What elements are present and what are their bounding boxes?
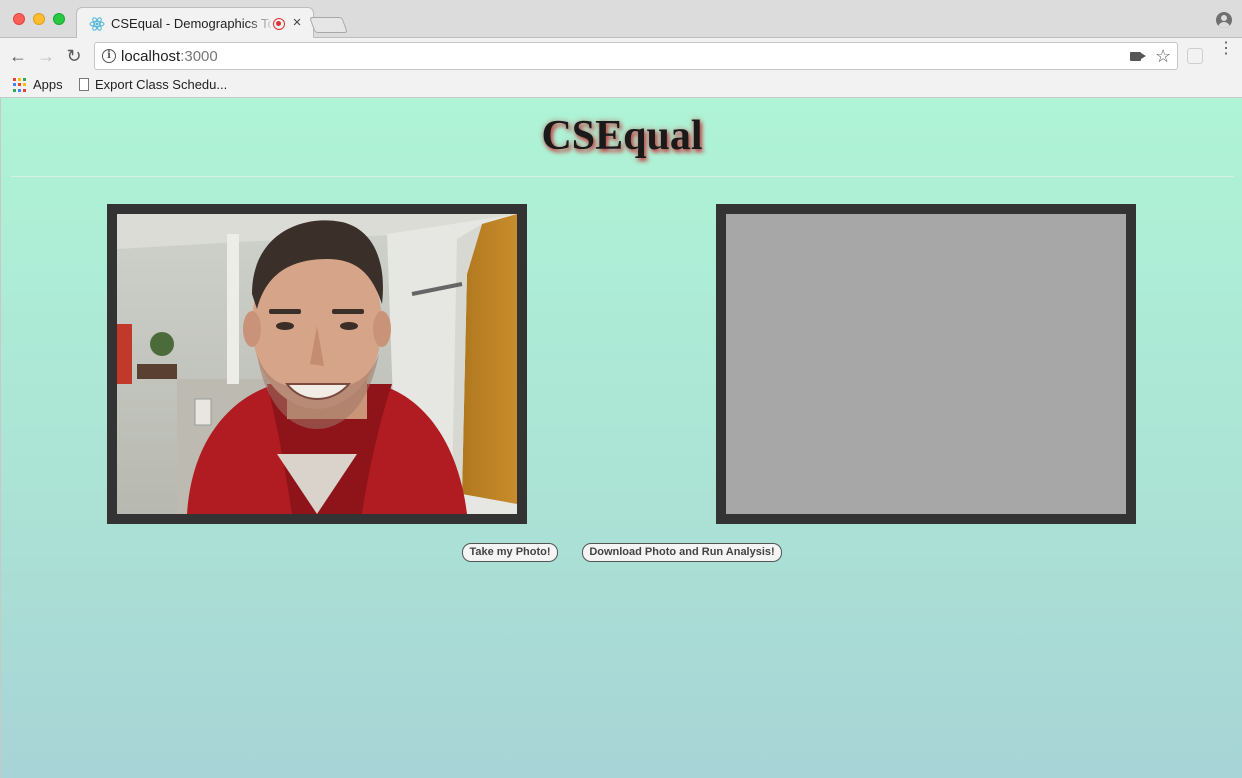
bookmark-apps[interactable]: Apps <box>33 77 63 92</box>
webcam-feed <box>117 214 517 514</box>
new-tab-button[interactable] <box>309 17 348 33</box>
bookmarks-bar: Apps Export Class Schedu... <box>0 74 1242 98</box>
url-port: :3000 <box>180 48 218 65</box>
url-text[interactable]: localhost:3000 <box>121 48 218 65</box>
window-maximize-button[interactable] <box>53 13 65 25</box>
capture-canvas <box>726 214 1126 514</box>
active-tab[interactable]: CSEqual - Demographics To × <box>76 7 314 39</box>
browser-toolbar: ← → ↻ i localhost:3000 ☆ ⋮ <box>0 38 1242 74</box>
url-host: localhost <box>121 48 181 65</box>
apps-grid-icon[interactable] <box>13 78 27 92</box>
address-bar[interactable]: i localhost:3000 ☆ <box>94 42 1178 70</box>
tab-strip: CSEqual - Demographics To × <box>0 0 1242 39</box>
react-favicon-icon <box>89 17 105 31</box>
take-photo-button[interactable]: Take my Photo! <box>462 543 558 562</box>
bookmark-export-class-schedule[interactable]: Export Class Schedu... <box>95 77 227 92</box>
window-minimize-button[interactable] <box>33 13 45 25</box>
back-button[interactable]: ← <box>7 45 29 67</box>
tab-title-fade <box>247 14 275 34</box>
window-close-button[interactable] <box>13 13 25 25</box>
reload-button[interactable]: ↻ <box>63 45 85 67</box>
star-icon[interactable]: ☆ <box>1155 45 1171 67</box>
extension-icon[interactable] <box>1187 48 1203 64</box>
camera-icon[interactable] <box>1130 52 1146 61</box>
webcam-photo <box>117 214 517 514</box>
tab-close-icon[interactable]: × <box>289 13 305 33</box>
profile-icon[interactable] <box>1216 12 1232 28</box>
forward-button[interactable]: → <box>35 45 57 67</box>
menu-icon[interactable]: ⋮ <box>1218 41 1234 57</box>
page-title: CSEqual <box>541 113 703 159</box>
page-icon <box>79 78 89 91</box>
download-and-analyze-button[interactable]: Download Photo and Run Analysis! <box>582 543 782 562</box>
header-divider <box>11 176 1234 177</box>
recording-indicator-icon <box>273 18 285 30</box>
capture-frame <box>716 204 1136 524</box>
page-viewport: CSEqual Take my Photo! Download Photo an… <box>0 98 1242 778</box>
info-icon[interactable]: i <box>102 49 116 63</box>
webcam-frame <box>107 204 527 524</box>
